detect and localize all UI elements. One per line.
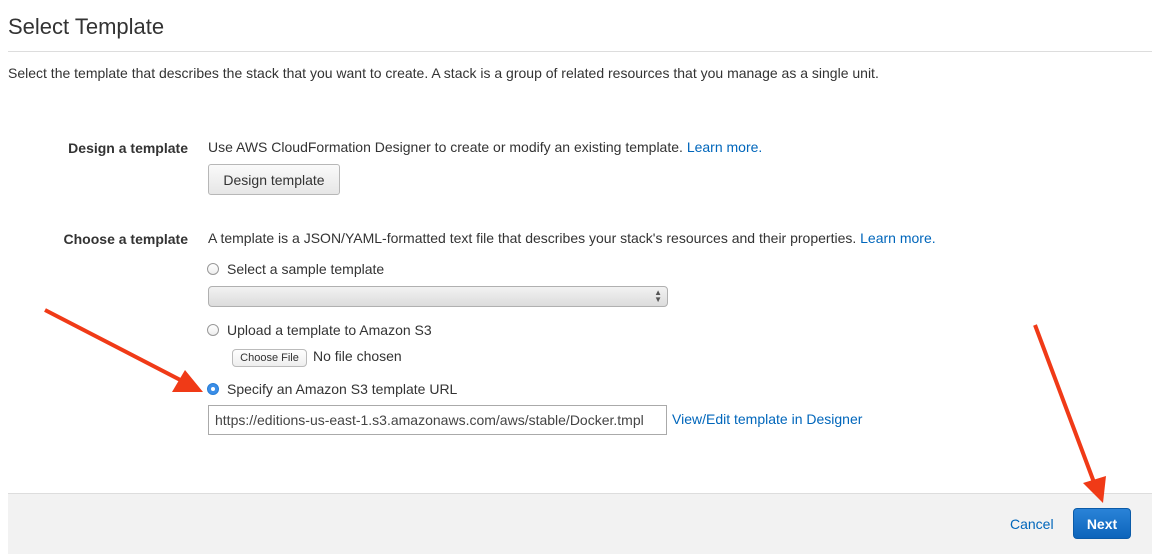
design-template-description: Use AWS CloudFormation Designer to creat… <box>208 139 762 155</box>
design-template-button[interactable]: Design template <box>208 164 340 195</box>
design-template-label: Design a template <box>68 140 188 156</box>
select-arrows-icon: ▲ ▼ <box>654 288 662 304</box>
upload-template-option[interactable]: Upload a template to Amazon S3 <box>207 322 432 338</box>
next-button[interactable]: Next <box>1073 508 1131 539</box>
view-edit-designer-link[interactable]: View/Edit template in Designer <box>672 411 862 427</box>
s3-url-input[interactable] <box>208 405 667 435</box>
choose-learn-more-link[interactable]: Learn more. <box>860 230 935 246</box>
page-title: Select Template <box>8 14 165 39</box>
sample-template-label: Select a sample template <box>227 261 385 277</box>
annotation-overlay <box>44 308 1106 503</box>
choose-file-button[interactable]: Choose File <box>232 349 307 367</box>
s3-url-option[interactable]: Specify an Amazon S3 template URL <box>207 381 457 397</box>
file-status: No file chosen <box>313 348 402 364</box>
sample-template-select[interactable]: ▲ ▼ <box>208 286 668 307</box>
red-arrow-icon <box>1033 324 1106 503</box>
upload-template-radio[interactable] <box>207 324 219 336</box>
upload-template-label: Upload a template to Amazon S3 <box>227 322 432 338</box>
footer-bar <box>8 493 1152 554</box>
s3-url-radio[interactable] <box>207 383 219 395</box>
choose-template-description: A template is a JSON/YAML-formatted text… <box>208 230 936 246</box>
choose-template-label: Choose a template <box>63 231 188 247</box>
cancel-link[interactable]: Cancel <box>1010 516 1054 532</box>
title-divider <box>8 51 1152 52</box>
sample-template-radio[interactable] <box>207 263 219 275</box>
design-learn-more-link[interactable]: Learn more. <box>687 139 762 155</box>
page-description: Select the template that describes the s… <box>8 65 879 81</box>
sample-template-option[interactable]: Select a sample template <box>207 261 384 277</box>
choose-template-text: A template is a JSON/YAML-formatted text… <box>208 230 857 246</box>
red-arrow-icon <box>44 308 203 392</box>
design-template-text: Use AWS CloudFormation Designer to creat… <box>208 139 683 155</box>
s3-url-label: Specify an Amazon S3 template URL <box>227 381 458 397</box>
select-template-page: Select Template Select the template that… <box>0 0 1158 559</box>
